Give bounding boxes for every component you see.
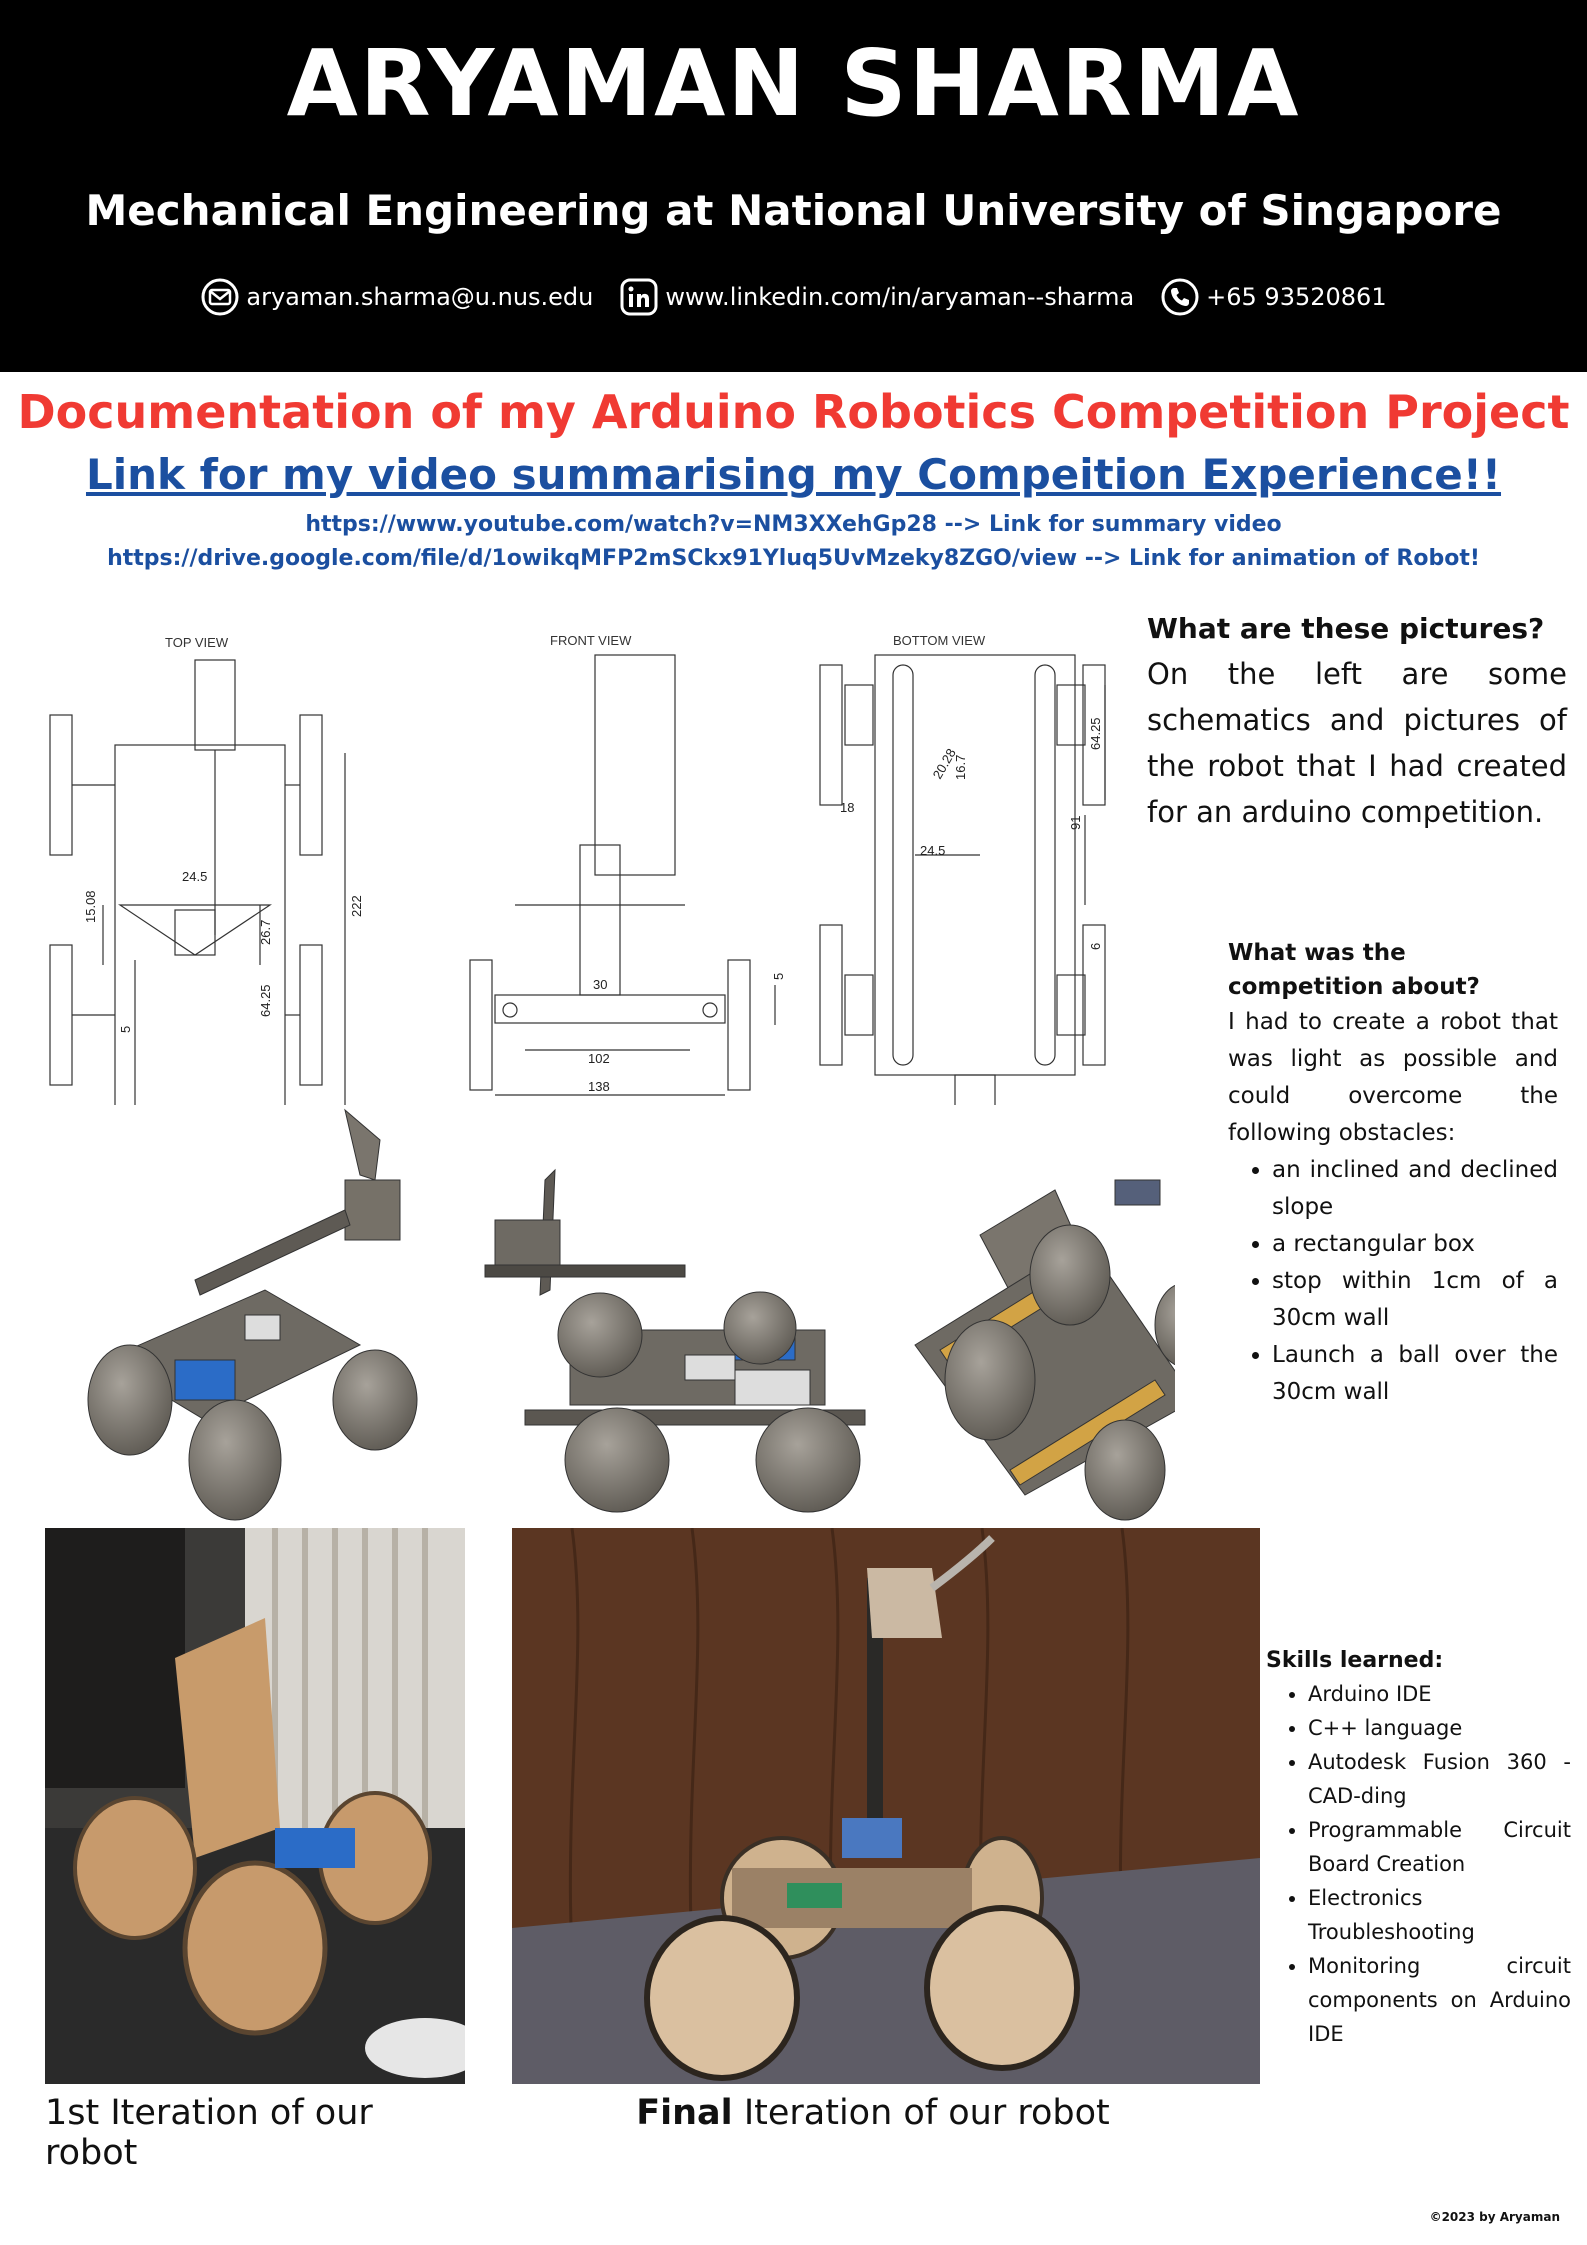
drive-animation-link[interactable]: https://drive.google.com/file/d/1owikqMF… [0,546,1587,571]
list-item: Electronics Troubleshooting [1308,1881,1571,1949]
list-item: Arduino IDE [1308,1677,1571,1711]
pictures-heading: What are these pictures? [1147,612,1545,645]
email-text[interactable]: aryaman.sharma@u.nus.edu [246,283,593,311]
cad-render-isometric [87,1108,418,1521]
cad-render-side [484,1168,866,1513]
caption-rest: Iteration of our robot [732,2093,1110,2133]
list-item: Autodesk Fusion 360 - CAD-ding [1308,1745,1571,1813]
dim-label: 24.5 [920,843,945,858]
first-iteration-caption: 1st Iteration of our robot [45,2093,373,2173]
competition-explanation: What was the competition about? I had to… [1228,936,1558,1411]
bottom-view-label: BOTTOM VIEW [893,633,986,648]
pictures-body: On the left are some schematics and pict… [1147,657,1567,829]
contact-phone[interactable]: +65 93520861 [1160,277,1387,317]
skills-heading: Skills learned: [1266,1648,1444,1673]
header-banner: ARYAMAN SHARMA Mechanical Engineering at… [0,0,1587,372]
dim-label: 91 [1068,816,1083,830]
final-iteration-photo [512,1528,1260,2084]
robot-schematics: TOP VIEW FRONT VIEW BOTTOM VIEW 24.5 15.… [49,633,1106,1105]
competition-heading: What was the competition about? [1228,940,1480,1000]
robot-cad-renders [87,1108,1175,1521]
caption-bold: Final [636,2093,733,2133]
author-name: ARYAMAN SHARMA [286,30,1301,137]
contact-email[interactable]: aryaman.sharma@u.nus.edu [200,277,593,317]
dim-label: 15.08 [83,890,98,923]
phone-text[interactable]: +65 93520861 [1206,283,1386,311]
dim-label: 16.7 [953,755,968,780]
contact-linkedin[interactable]: www.linkedin.com/in/aryaman--sharma [619,277,1134,317]
contact-row: aryaman.sharma@u.nus.edu www.linkedin.co… [0,272,1587,322]
dim-label: 30 [593,977,607,992]
linkedin-icon [619,277,659,317]
pictures-explanation: What are these pictures? On the left are… [1147,612,1567,835]
dim-label: 102 [588,1051,610,1066]
phone-icon [1160,277,1200,317]
dim-label: 138 [588,1079,610,1094]
dim-label: 5 [118,1026,133,1033]
dim-label: 6 [1088,943,1103,950]
list-item: a rectangular box [1272,1226,1558,1263]
list-item: Launch a ball over the 30cm wall [1272,1337,1558,1411]
dim-label: 24.5 [182,869,207,884]
copyright-notice: ©2023 by Aryaman [1429,2210,1560,2224]
list-item: stop within 1cm of a 30cm wall [1272,1263,1558,1337]
list-item: Monitoring circuit components on Arduino… [1308,1949,1571,2051]
dim-label: 64.25 [1088,717,1103,750]
front-view-drawing [469,654,776,1096]
skills-list: Arduino IDE C++ language Autodesk Fusion… [1266,1677,1571,2051]
list-item: C++ language [1308,1711,1571,1745]
dim-label: 64.25 [258,984,273,1017]
skills-section: Skills learned: Arduino IDE C++ language… [1266,1645,1571,2051]
youtube-link[interactable]: https://www.youtube.com/watch?v=NM3XXehG… [0,512,1587,537]
competition-body: I had to create a robot that was light a… [1228,1009,1558,1146]
document-title: Documentation of my Arduino Robotics Com… [17,385,1570,439]
list-item: Programmable Circuit Board Creation [1308,1813,1571,1881]
dim-label: 26.7 [258,920,273,945]
final-iteration-caption: Final Iteration of our robot [512,2093,1234,2133]
first-iteration-photo [45,1528,465,2084]
dim-label: 222 [349,895,364,917]
top-view-label: TOP VIEW [165,635,229,650]
cad-render-underside [914,1179,1175,1521]
dim-label: 18 [840,800,854,815]
mail-icon [200,277,240,317]
bottom-view-drawing [819,654,1106,1105]
obstacle-list: an inclined and declined slope a rectang… [1228,1152,1558,1411]
linkedin-text[interactable]: www.linkedin.com/in/aryaman--sharma [665,283,1134,311]
front-view-label: FRONT VIEW [550,633,632,648]
dim-label: 5 [771,973,786,980]
list-item: an inclined and declined slope [1272,1152,1558,1226]
author-subtitle: Mechanical Engineering at National Unive… [85,186,1502,235]
video-link-heading[interactable]: Link for my video summarising my Compeit… [0,450,1587,499]
